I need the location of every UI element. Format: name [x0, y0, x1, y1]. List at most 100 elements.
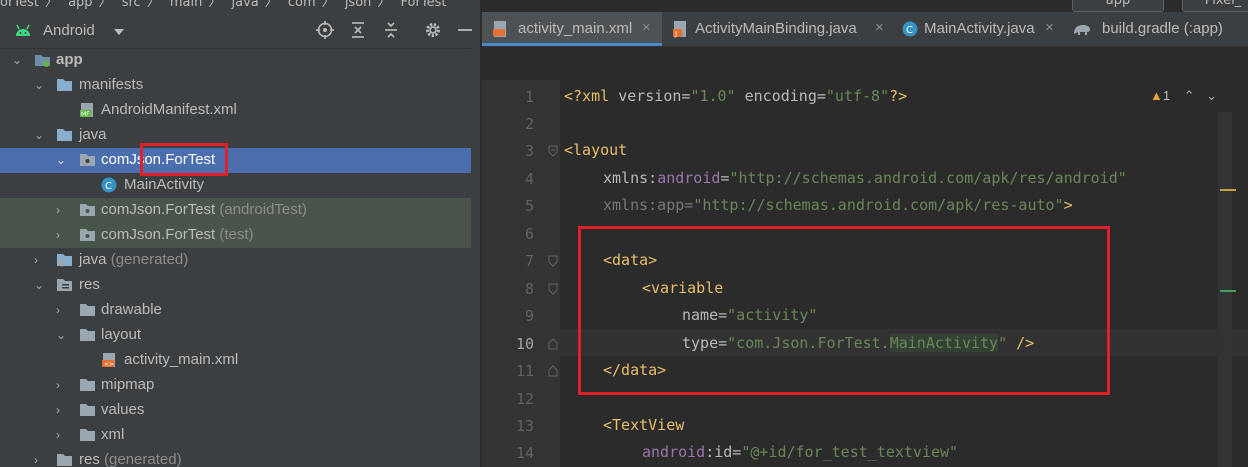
code-editor[interactable]: 1 2 3 4 5 6 7 8 9 10 11 12 13 14 <?xml v…: [482, 80, 1248, 467]
chevron-right-icon[interactable]: ›: [56, 303, 68, 317]
tree-node-label: res: [79, 276, 100, 293]
gradle-icon: [1074, 25, 1090, 35]
collapse-all-icon[interactable]: [382, 21, 400, 39]
tree-node-label: layout: [101, 326, 142, 343]
tree-node-mainactivity[interactable]: C MainActivity: [0, 173, 480, 198]
tree-node-mipmap[interactable]: › mipmap: [0, 373, 480, 398]
chevron-down-icon[interactable]: ⌄: [56, 153, 68, 167]
tree-node-package-main[interactable]: ⌄ comJson.ForTest: [0, 148, 480, 173]
svg-text:<>: <>: [104, 361, 114, 368]
tree-node-package-androidtest[interactable]: › comJson.ForTest (androidTest): [0, 198, 480, 223]
fold-marker-icon[interactable]: [548, 338, 558, 350]
tree-node-drawable[interactable]: › drawable: [0, 298, 480, 323]
tree-node-package-test[interactable]: › comJson.ForTest (test): [0, 223, 480, 248]
tree-scrollbar[interactable]: [471, 48, 480, 467]
tab-build-gradle[interactable]: build.gradle (:app): [1062, 12, 1248, 46]
expand-all-icon[interactable]: [349, 21, 367, 39]
breadcrumb-item[interactable]: com: [288, 0, 316, 10]
fold-marker-icon[interactable]: [548, 145, 558, 157]
close-icon[interactable]: ×: [875, 19, 884, 36]
breadcrumb-item[interactable]: json: [345, 0, 372, 10]
chevron-down-icon[interactable]: ⌄: [1206, 88, 1217, 103]
line-number: 8: [524, 280, 534, 298]
breadcrumb-item[interactable]: main: [170, 0, 202, 10]
chevron-right-icon[interactable]: ›: [56, 378, 68, 392]
minimize-icon[interactable]: [456, 21, 474, 39]
close-icon[interactable]: ×: [1045, 19, 1054, 36]
line-number: 4: [524, 170, 534, 188]
device-selector[interactable]: Pixel_: [1182, 0, 1248, 12]
tab-activity-main-xml[interactable]: activity_main.xml ×: [482, 12, 662, 46]
chevron-right-icon[interactable]: ›: [56, 403, 68, 417]
change-stripe-marker[interactable]: [1220, 290, 1236, 292]
svg-text:C: C: [906, 25, 913, 36]
xml-file-icon: [493, 21, 506, 37]
fold-marker-icon[interactable]: [548, 283, 558, 295]
breadcrumb-item[interactable]: src: [122, 0, 141, 10]
chevron-down-icon[interactable]: ⌄: [56, 328, 68, 342]
chevron-down-icon[interactable]: ⌄: [34, 128, 46, 142]
tree-node-app[interactable]: ⌄ app: [0, 48, 480, 73]
warning-count: 1: [1162, 88, 1171, 103]
tree-node-label: values: [101, 401, 145, 418]
target-icon[interactable]: [316, 21, 334, 39]
chevron-down-icon[interactable]: ⌄: [34, 278, 46, 292]
tab-label: build.gradle (:app): [1102, 20, 1223, 37]
package-icon: [80, 204, 95, 216]
breadcrumb-sep: 〉: [264, 0, 278, 10]
tree-node-res[interactable]: ⌄ res: [0, 273, 480, 298]
chevron-down-icon[interactable]: ⌄: [34, 78, 46, 92]
dropdown-arrow-icon[interactable]: [113, 28, 125, 36]
chevron-down-icon[interactable]: ⌄: [12, 53, 24, 67]
tree-node-layout[interactable]: ⌄ layout: [0, 323, 480, 348]
tab-activitymainbinding[interactable]: J ActivityMainBinding.java ×: [662, 12, 892, 46]
breadcrumb-item[interactable]: app: [68, 0, 92, 10]
tree-node-label: java (generated): [79, 251, 189, 268]
tree-node-label: app: [56, 51, 83, 68]
chevron-right-icon[interactable]: ›: [56, 428, 68, 442]
project-panel-header: Android: [0, 12, 480, 49]
tree-node-manifests[interactable]: ⌄ manifests: [0, 73, 480, 98]
breadcrumb-item[interactable]: orTest: [0, 0, 39, 10]
tree-node-label: manifests: [79, 76, 144, 93]
tree-node-label: java: [79, 126, 107, 143]
chevron-right-icon[interactable]: ›: [34, 253, 46, 267]
tree-node-values[interactable]: › values: [0, 398, 480, 423]
code-line-3: <layout: [564, 141, 628, 159]
fold-marker-icon[interactable]: [548, 365, 558, 377]
tree-node-xml[interactable]: › xml: [0, 423, 480, 448]
tree-node-label: mipmap: [101, 376, 155, 393]
tree-node-androidmanifest[interactable]: MF AndroidManifest.xml: [0, 98, 480, 123]
code-line-13: <TextView: [603, 416, 685, 434]
project-view-selector[interactable]: Android: [43, 22, 95, 39]
breadcrumb-item[interactable]: ForTest: [401, 0, 447, 10]
gear-icon[interactable]: [424, 21, 442, 39]
tree-node-label: res (generated): [79, 451, 182, 467]
chevron-right-icon[interactable]: ›: [56, 228, 68, 242]
fold-marker-icon[interactable]: [548, 255, 558, 267]
chevron-up-icon[interactable]: ⌃: [1184, 88, 1195, 103]
line-number: 5: [524, 197, 534, 215]
class-icon: C: [101, 177, 117, 193]
breadcrumb-item[interactable]: java: [231, 0, 258, 10]
folder-icon: [57, 79, 72, 91]
tree-node-activity-main-xml[interactable]: <> activity_main.xml: [0, 348, 480, 373]
tab-mainactivity-java[interactable]: C MainActivity.java ×: [892, 12, 1062, 46]
chevron-right-icon[interactable]: ›: [56, 203, 68, 217]
line-number: 12: [515, 390, 534, 408]
highlight-box-data-block: [578, 226, 1110, 395]
line-gutter: 1 2 3 4 5 6 7 8 9 10 11 12 13 14: [482, 80, 560, 467]
code-line-14: android:id="@+id/for_test_textview": [642, 443, 959, 461]
run-config-selector[interactable]: app: [1072, 0, 1164, 12]
tree-node-java-generated[interactable]: › java (generated): [0, 248, 480, 273]
inspection-widget[interactable]: ▲1 ⌃ ⌄: [1150, 88, 1217, 104]
chevron-right-icon[interactable]: ›: [34, 453, 46, 467]
tree-node-java[interactable]: ⌄ java: [0, 123, 480, 148]
close-icon[interactable]: ×: [642, 19, 651, 36]
highlight-box-package: [140, 143, 228, 176]
layout-file-icon: <>: [102, 353, 115, 368]
tree-node-res-generated[interactable]: › res (generated): [0, 448, 480, 467]
folder-icon: [80, 429, 95, 441]
warning-stripe-marker[interactable]: [1220, 189, 1236, 191]
line-number: 11: [515, 362, 534, 380]
